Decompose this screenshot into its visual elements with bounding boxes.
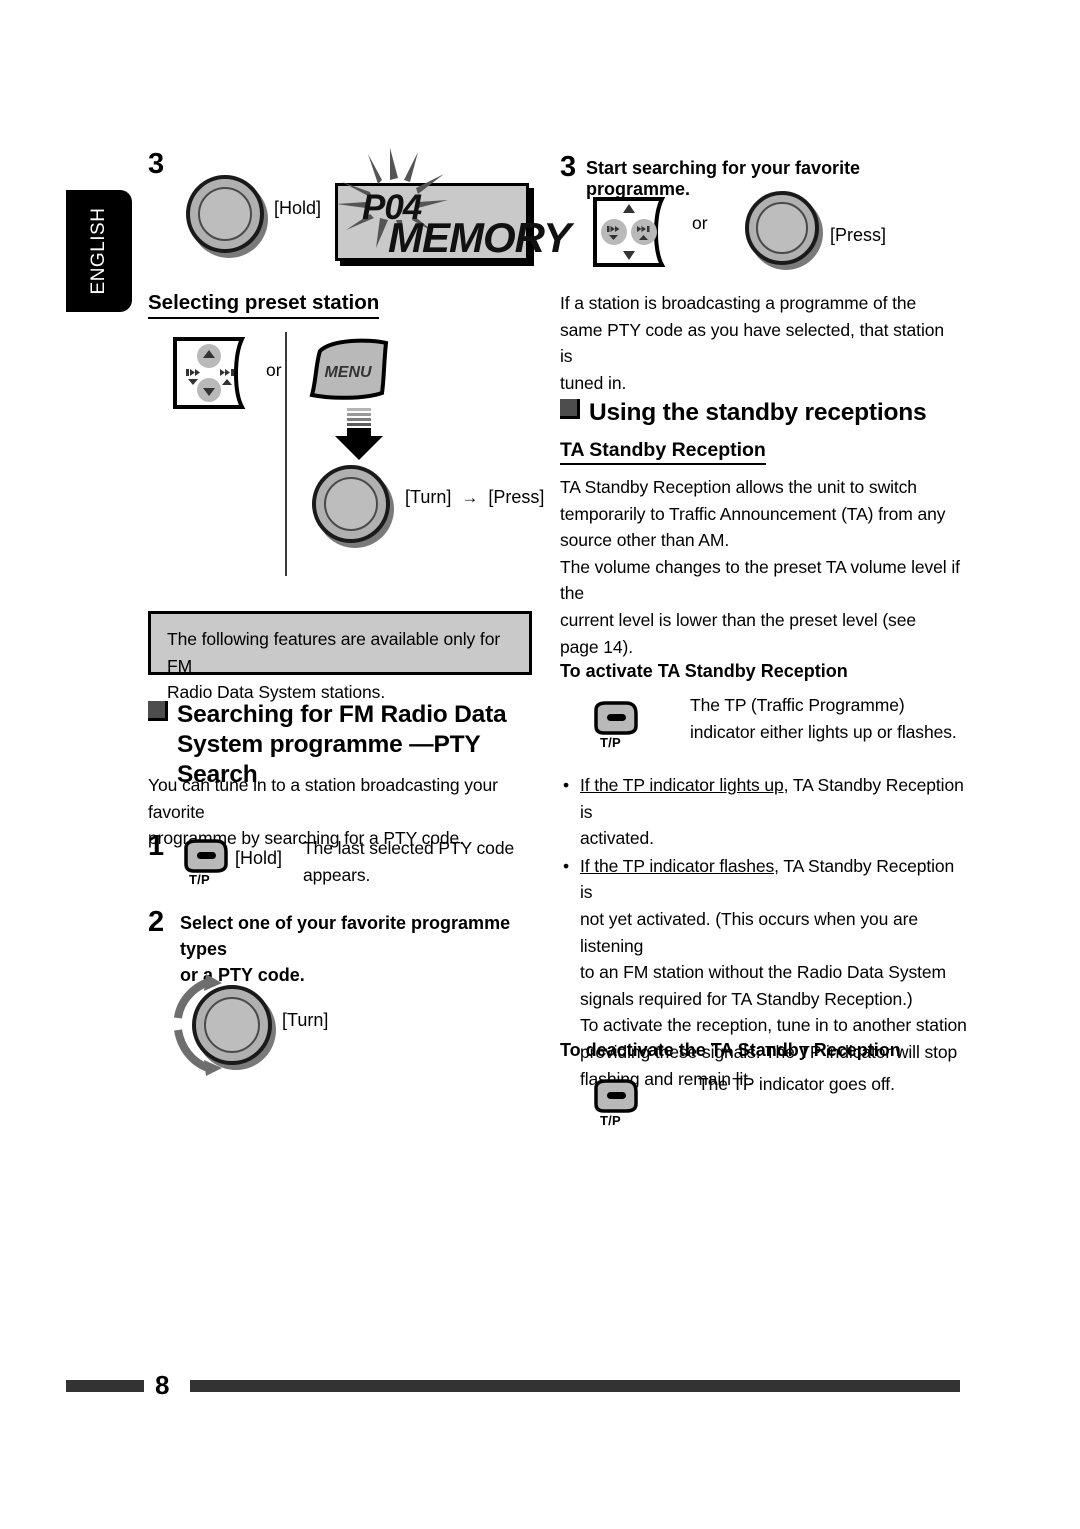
bullet-2-cont-line3: To activate the reception, tune in to an… [580,1015,967,1036]
tp-button-step1-label: T/P [189,872,210,887]
note-box: The following features are available onl… [148,611,532,702]
rotary-knob-hold[interactable] [186,175,264,253]
page-number: 8 [155,1370,170,1400]
ta-body-line5: current level is lower than the preset l… [560,609,916,630]
right-step3-body: If a station is broadcasting a programme… [560,290,960,396]
right-step3-body-line3: tuned in. [560,372,627,393]
square-bullet-icon [148,701,168,721]
pty-step1-number: 1 [148,830,165,862]
standby-receptions-heading: Using the standby receptions [560,398,970,428]
deactivate-ta-text: The TP indicator goes off. [698,1074,895,1094]
bullet-dot-icon: • [563,855,570,876]
bullet-2-underlined: If the TP indicator flashes, [580,855,779,876]
pty-step1-result-line2: appears. [303,864,371,885]
pty-step1-result: The last selected PTY code appears. [303,835,543,888]
activate-ta-text-line1: The TP (Traffic Programme) [690,695,905,715]
activate-ta-text: The TP (Traffic Programme) indicator eit… [690,692,980,745]
bullet-2-cont-line2: signals required for TA Standby Receptio… [580,988,913,1009]
preset-button-pad[interactable] [172,336,268,410]
square-bullet-icon [560,399,580,419]
flow-down-arrow-icon [333,408,385,467]
activate-ta-text-line2: indicator either lights up or flashes. [690,721,957,742]
ta-body-line2: temporarily to Traffic Announcement (TA)… [560,503,946,524]
rotary-knob-press[interactable] [745,191,819,265]
tp-hold-label: [Hold] [235,848,283,868]
section-divider [285,332,287,576]
bullet-2-continuation: not yet activated. (This occurs when you… [580,908,918,956]
svg-text:MENU: MENU [324,364,372,381]
or-label-seek: or [692,213,708,233]
display-memory-text: MEMORY [388,214,571,261]
turn-label: [Turn] [405,487,452,507]
bullet-dot-icon: • [563,775,570,795]
ta-body-line6: page 14). [560,636,634,657]
bullet-2-cont-line1: to an FM station without the Radio Data … [580,962,946,983]
footer-bar-left [66,1380,144,1392]
rotary-knob-turn[interactable] [192,985,272,1065]
selecting-preset-station-heading: Selecting preset station [148,291,380,319]
left-step3-number: 3 [148,148,165,180]
knob-hold-label: [Hold] [274,198,322,218]
knob-turn-press-label: [Turn] → [Press] [405,487,544,508]
manual-page: ENGLISH 3 [Hold] P04 MEMORY Selecting pr… [0,0,1080,1529]
tp-button-deactivate-label: T/P [600,1113,621,1128]
language-tab-label: ENGLISH [88,207,109,295]
ta-standby-body: TA Standby Reception allows the unit to … [560,474,970,660]
or-label-preset: or [266,360,282,380]
language-tab: ENGLISH [66,190,132,312]
pty-intro-line1: You can tune in to a station broadcastin… [148,775,498,822]
activate-ta-title: To activate TA Standby Reception [560,661,848,681]
right-step3-number: 3 [560,151,577,183]
pty-step1-result-line1: The last selected PTY code [303,838,515,858]
seek-button-pad[interactable] [592,196,688,268]
rotary-knob-turn-press[interactable] [312,465,390,543]
ta-body-line1: TA Standby Reception allows the unit to … [560,477,917,497]
standby-receptions-heading-text: Using the standby receptions [589,399,927,426]
pty-search-heading-line1: Searching for FM Radio Data [177,701,507,728]
ta-body-line3: source other than AM. [560,530,730,551]
list-item: • If the TP indicator lights up, TA Stan… [560,772,970,852]
right-step3-body-line2: same PTY code as you have selected, that… [560,319,944,367]
pty-step2-title-line1: Select one of your favorite programme ty… [180,913,511,960]
pty-step2-number: 2 [148,906,165,938]
ta-body-line4: The volume changes to the preset TA volu… [560,556,960,604]
deactivate-ta-title: To deactivate the TA Standby Reception [560,1040,901,1060]
pty-step2-knob-label: [Turn] [282,1010,329,1030]
arrow-icon: → [461,488,479,507]
press-label: [Press] [488,487,545,507]
right-knob-press-label: [Press] [830,225,887,245]
bullet-1-continuation: activated. [580,828,654,849]
bullet-1-underlined: If the TP indicator lights up, [580,775,789,795]
note-line-1: The following features are available onl… [167,629,501,676]
menu-button[interactable]: MENU [300,337,392,408]
footer-bar-right [190,1380,960,1392]
ta-standby-reception-subheading: TA Standby Reception [560,439,766,466]
tp-button-activate-label: T/P [600,735,621,750]
right-step3-body-line1: If a station is broadcasting a programme… [560,293,917,313]
